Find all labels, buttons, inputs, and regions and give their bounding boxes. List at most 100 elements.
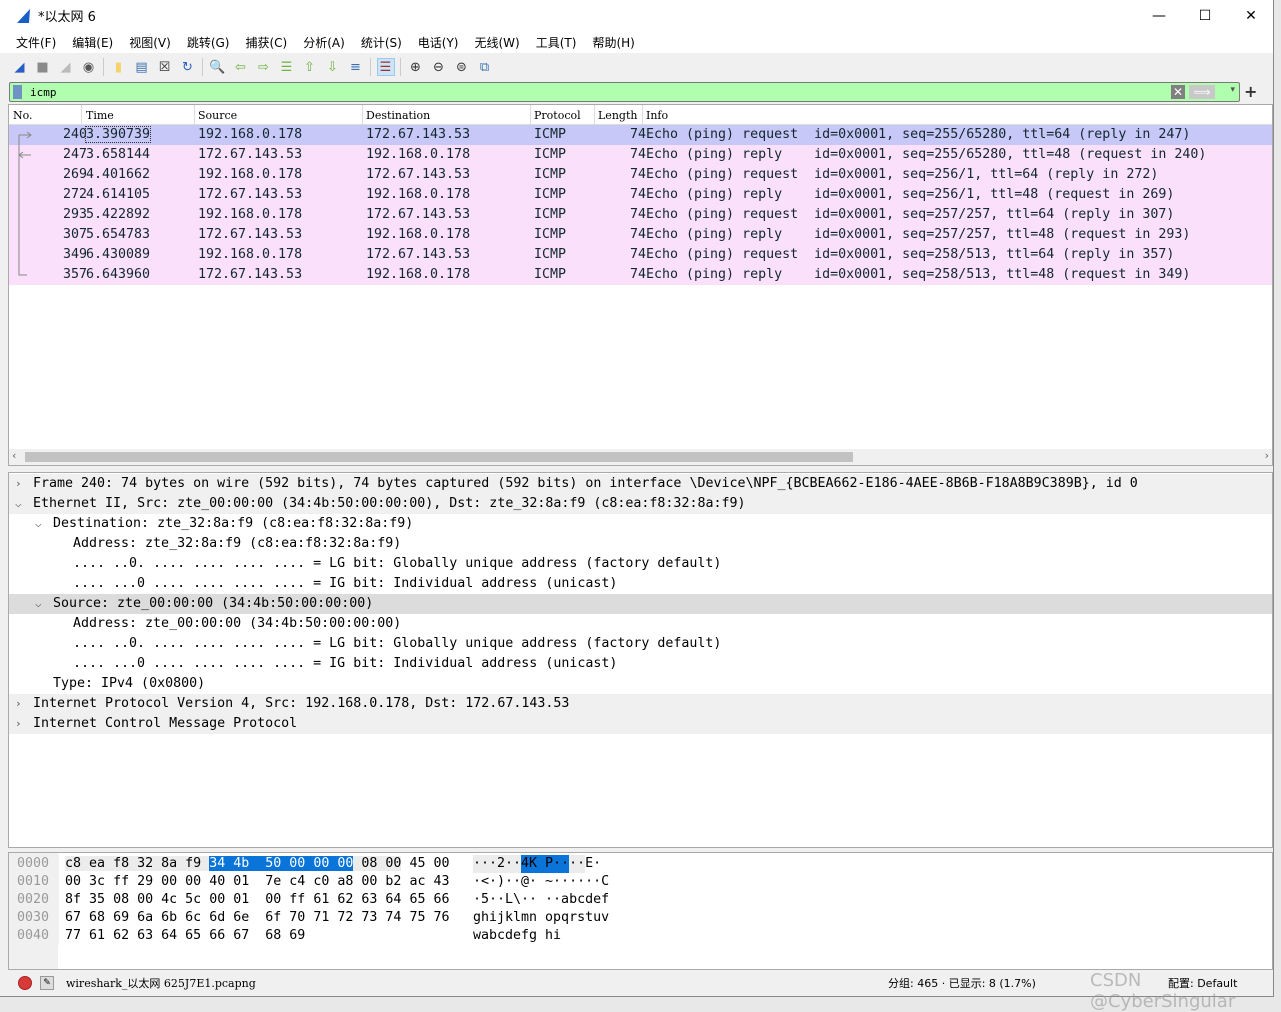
- go-forward-icon[interactable]: ⇨: [255, 58, 273, 76]
- detail-tree-item[interactable]: › Frame 240: 74 bytes on wire (592 bits),…: [9, 474, 1272, 494]
- packet-row[interactable]: 247 3.658144 172.67.143.53 192.168.0.178 ICM…: [9, 145, 1272, 165]
- hex-byte[interactable]: 6b: [161, 910, 177, 925]
- hex-byte[interactable]: 34: [209, 856, 226, 871]
- chevron-right-icon[interactable]: ›: [15, 694, 22, 714]
- hex-byte[interactable]: 69: [289, 928, 305, 943]
- hex-byte[interactable]: 69: [113, 910, 129, 925]
- menu-item[interactable]: 视图(V): [129, 34, 171, 51]
- scroll-right-icon[interactable]: ›: [1265, 449, 1269, 462]
- colorize-icon[interactable]: ☰: [376, 58, 395, 76]
- hex-bytes[interactable]: 67 68 69 6a 6b 6c 6d 6e 6f 70 71 72 73 7…: [65, 909, 449, 927]
- detail-tree-item[interactable]: .... ..0. .... .... .... .... = LG bit: …: [9, 554, 1272, 574]
- menu-item[interactable]: 文件(F): [16, 34, 56, 51]
- menu-item[interactable]: 电话(Y): [418, 34, 459, 51]
- hex-byte[interactable]: 65: [409, 892, 425, 907]
- packet-row[interactable]: 293 5.422892 192.168.0.178 172.67.143.53 ICM…: [9, 205, 1272, 225]
- ascii-bytes[interactable]: ···2··4K P····E·: [473, 855, 602, 873]
- hex-byte[interactable]: 68: [265, 928, 281, 943]
- hex-bytes[interactable]: c8 ea f8 32 8a f9 34 4b 50 00 00 00 08 0…: [65, 855, 449, 873]
- detail-tree-item[interactable]: .... ...0 .... .... .... .... = IG bit: …: [9, 654, 1272, 674]
- hex-byte[interactable]: ea: [89, 856, 106, 871]
- zoom-out-icon[interactable]: ⊖: [430, 58, 448, 76]
- maximize-button[interactable]: ☐: [1182, 0, 1228, 31]
- packet-row[interactable]: 349 6.430089 192.168.0.178 172.67.143.53 ICM…: [9, 245, 1272, 265]
- detail-tree-item[interactable]: ⌵ Ethernet II, Src: zte_00:00:00 (34:4b:5…: [9, 494, 1272, 514]
- menu-item[interactable]: 工具(T): [536, 34, 577, 51]
- hex-byte[interactable]: 08: [113, 892, 129, 907]
- menu-item[interactable]: 统计(S): [361, 34, 402, 51]
- detail-tree-item[interactable]: Address: zte_00:00:00 (34:4b:50:00:00:00…: [9, 614, 1272, 634]
- expert-info-icon[interactable]: [18, 976, 32, 990]
- close-file-icon[interactable]: ☒: [156, 58, 174, 76]
- hex-byte[interactable]: 6a: [137, 910, 153, 925]
- hex-byte[interactable]: 73: [361, 910, 377, 925]
- hex-byte[interactable]: 5c: [185, 892, 201, 907]
- column-no[interactable]: No.: [13, 109, 33, 125]
- go-to-packet-icon[interactable]: ☰: [278, 58, 296, 76]
- detail-tree-item[interactable]: Type: IPv4 (0x0800): [9, 674, 1272, 694]
- hex-byte[interactable]: 8f: [65, 892, 81, 907]
- find-packet-icon[interactable]: 🔍: [209, 58, 227, 76]
- hex-bytes[interactable]: 77 61 62 63 64 65 66 67 68 69: [65, 927, 305, 945]
- column-destination[interactable]: Destination: [366, 109, 430, 125]
- close-button[interactable]: ✕: [1228, 0, 1274, 31]
- hex-byte[interactable]: 72: [337, 910, 353, 925]
- packet-list-horizontal-scrollbar[interactable]: ‹ ›: [9, 449, 1272, 465]
- chevron-down-icon[interactable]: ⌵: [15, 494, 22, 514]
- hex-bytes[interactable]: 00 3c ff 29 00 00 40 01 7e c4 c0 a8 00 b…: [65, 873, 449, 891]
- chevron-right-icon[interactable]: ›: [15, 474, 22, 494]
- hex-byte[interactable]: 68: [89, 910, 105, 925]
- hex-byte[interactable]: 00: [137, 892, 153, 907]
- hex-byte[interactable]: 00: [65, 874, 81, 889]
- hex-byte[interactable]: 66: [433, 892, 449, 907]
- packet-row[interactable]: 272 4.614105 172.67.143.53 192.168.0.178 ICM…: [9, 185, 1272, 205]
- chevron-down-icon[interactable]: ⌵: [35, 594, 42, 614]
- hex-byte[interactable]: 61: [89, 928, 105, 943]
- hex-byte[interactable]: 00: [433, 856, 449, 871]
- hex-byte[interactable]: ff: [113, 874, 129, 889]
- hex-byte[interactable]: 6d: [209, 910, 225, 925]
- column-time[interactable]: Time: [86, 109, 114, 125]
- hex-byte[interactable]: f8: [113, 856, 130, 871]
- hex-byte[interactable]: 08: [361, 856, 378, 871]
- hex-byte[interactable]: 74: [385, 910, 401, 925]
- menu-item[interactable]: 编辑(E): [72, 34, 113, 51]
- go-back-icon[interactable]: ⇦: [232, 58, 250, 76]
- filter-history-dropdown[interactable]: ▾: [1230, 85, 1235, 95]
- chevron-right-icon[interactable]: ›: [15, 714, 22, 734]
- hex-byte[interactable]: 00: [185, 874, 201, 889]
- hex-byte[interactable]: 67: [65, 910, 81, 925]
- display-filter-input[interactable]: [30, 84, 1180, 100]
- hex-byte[interactable]: 00: [265, 892, 281, 907]
- hex-byte[interactable]: 00: [209, 892, 225, 907]
- detail-tree-item[interactable]: ⌵ Destination: zte_32:8a:f9 (c8:ea:f8:32:…: [9, 514, 1272, 534]
- hex-byte[interactable]: a8: [337, 874, 353, 889]
- restart-capture-icon[interactable]: ◢: [57, 58, 75, 76]
- column-info[interactable]: Info: [646, 109, 668, 125]
- hex-byte[interactable]: 75: [409, 910, 425, 925]
- hex-byte[interactable]: 01: [233, 892, 249, 907]
- hex-byte[interactable]: c8: [65, 856, 82, 871]
- ascii-bytes[interactable]: ·<·)··@· ~······C: [473, 873, 609, 891]
- hex-byte[interactable]: 40: [209, 874, 225, 889]
- apply-filter-button[interactable]: ⟹: [1189, 85, 1215, 99]
- first-packet-icon[interactable]: ⇧: [301, 58, 319, 76]
- menu-item[interactable]: 分析(A): [303, 34, 345, 51]
- hex-byte[interactable]: 61: [313, 892, 329, 907]
- hex-byte[interactable]: 43: [433, 874, 449, 889]
- start-capture-icon[interactable]: ◢: [11, 58, 29, 76]
- bookmark-icon[interactable]: [13, 85, 22, 99]
- hex-byte[interactable]: f9: [185, 856, 202, 871]
- hex-byte[interactable]: 29: [137, 874, 153, 889]
- hex-byte[interactable]: 6e: [233, 910, 249, 925]
- packet-row[interactable]: 357 6.643960 172.67.143.53 192.168.0.178 ICM…: [9, 265, 1272, 285]
- capture-options-icon[interactable]: ◉: [80, 58, 98, 76]
- hex-byte[interactable]: 70: [289, 910, 305, 925]
- column-length[interactable]: Length: [598, 109, 637, 125]
- hex-byte[interactable]: ac: [409, 874, 425, 889]
- hex-byte[interactable]: 66: [209, 928, 225, 943]
- ascii-bytes[interactable]: ghijklmn opqrstuv: [473, 909, 609, 927]
- menu-item[interactable]: 捕获(C): [245, 34, 287, 51]
- zoom-in-icon[interactable]: ⊕: [407, 58, 425, 76]
- hex-byte[interactable]: 63: [137, 928, 153, 943]
